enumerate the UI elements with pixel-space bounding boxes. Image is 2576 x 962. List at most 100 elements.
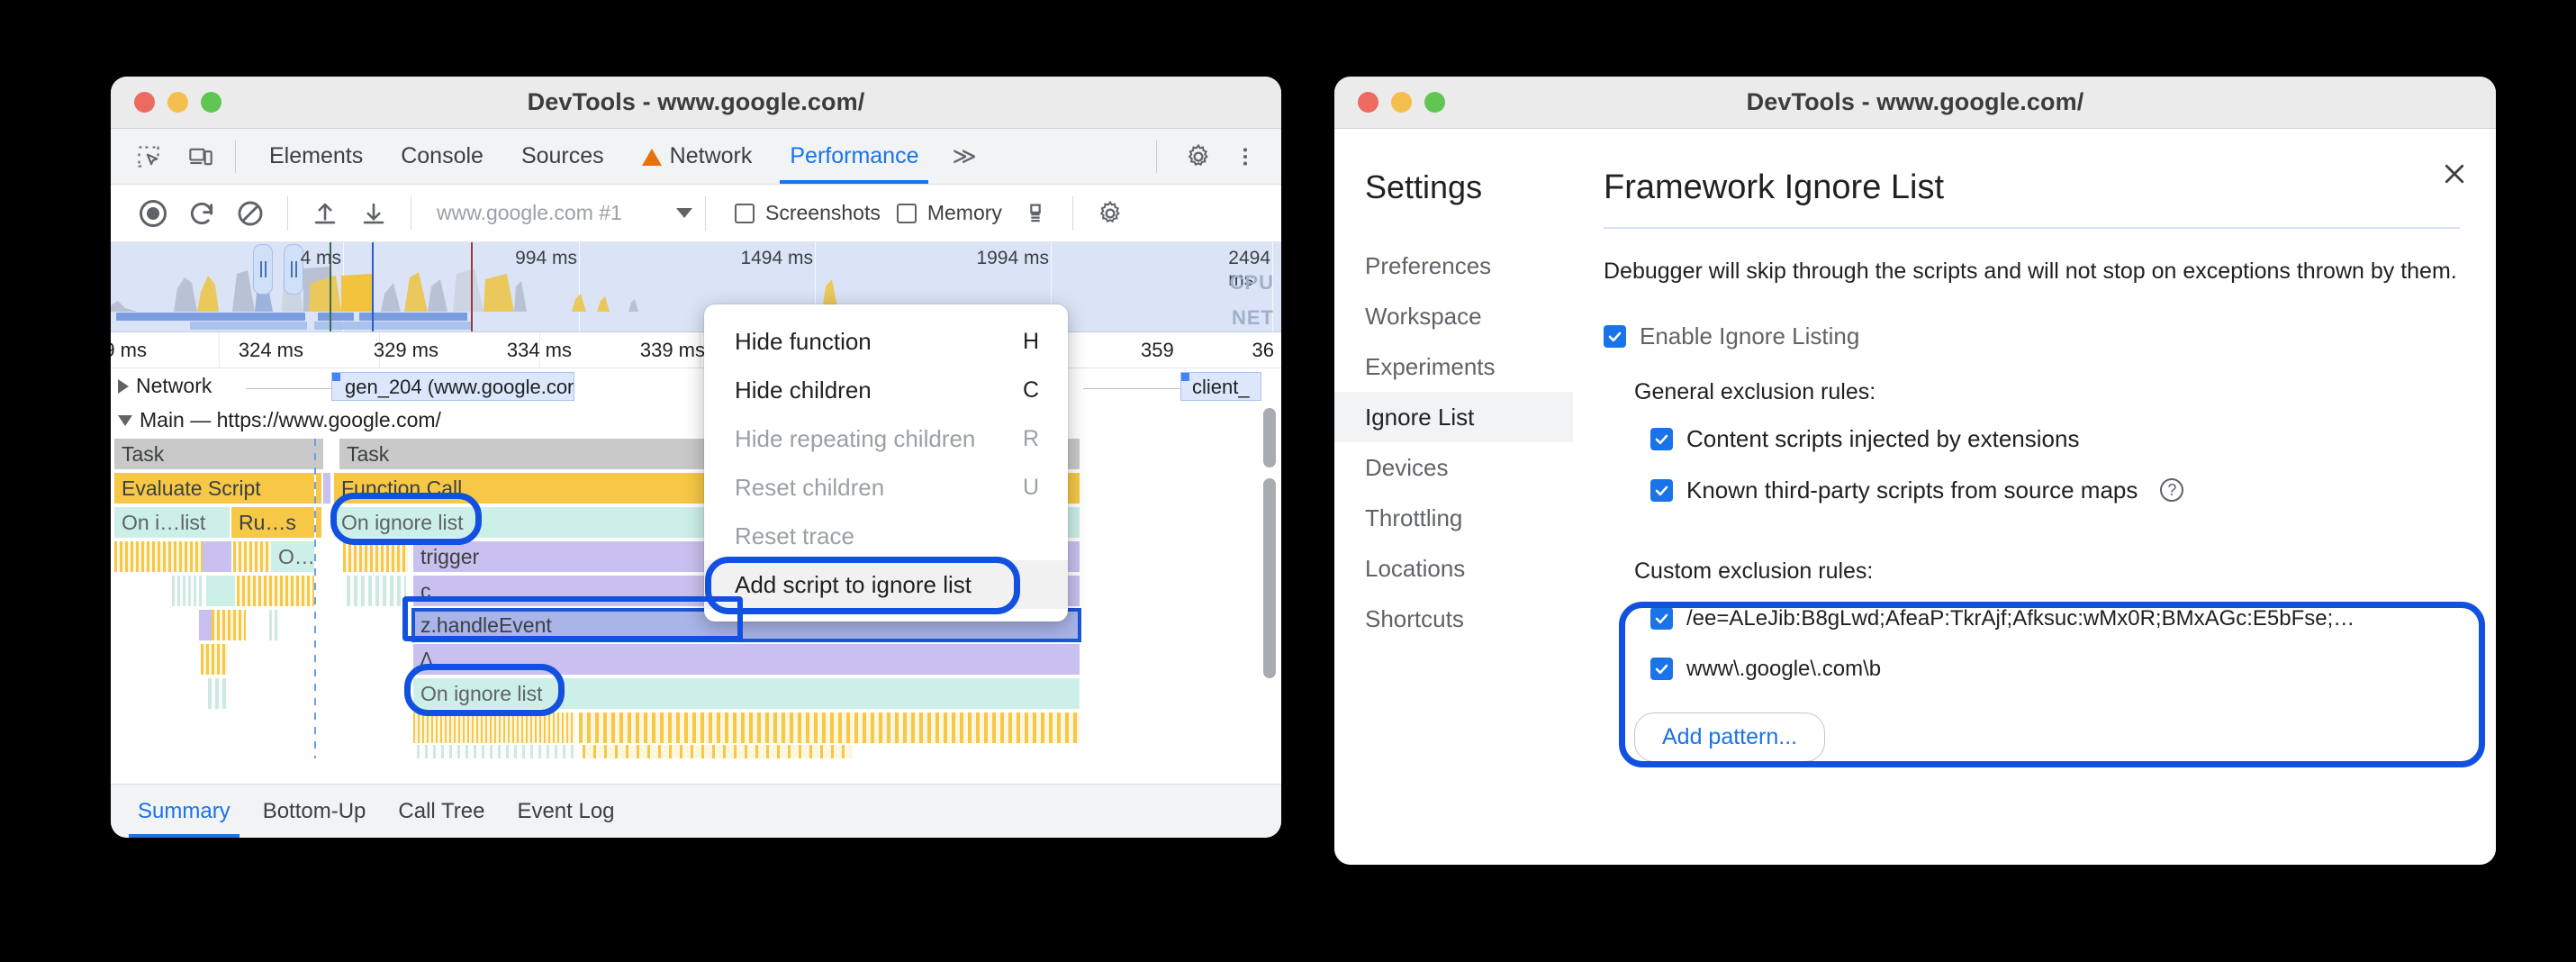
tab-elements[interactable]: Elements bbox=[250, 129, 382, 184]
flame-block-dense-4[interactable] bbox=[172, 576, 204, 606]
main-track-header[interactable]: Main — https://www.google.com/ bbox=[111, 408, 441, 432]
timeline-detail-ruler[interactable]: 9 ms 324 ms 329 ms 334 ms 339 ms 359 ms … bbox=[111, 332, 1281, 368]
ruler-tick-3: 334 ms bbox=[507, 339, 579, 362]
sidebar-item-locations[interactable]: Locations bbox=[1334, 543, 1573, 594]
rule-third-party-checkbox[interactable]: Known third-party scripts from source ma… bbox=[1634, 476, 2460, 504]
menu-item-hide-function-label: Hide function bbox=[735, 328, 872, 356]
flame-block-dense-3[interactable] bbox=[343, 541, 408, 572]
flame-block-on-ignore-list-short[interactable]: On i…list bbox=[114, 507, 230, 538]
more-tabs-icon[interactable]: ≫ bbox=[937, 142, 990, 170]
flame-context-menu[interactable]: Hide function H Hide children C Hide rep… bbox=[704, 304, 1068, 622]
bottom-tab-call-tree[interactable]: Call Tree bbox=[382, 785, 501, 838]
upload-trace-icon[interactable] bbox=[301, 194, 349, 233]
close-icon[interactable] bbox=[2435, 154, 2474, 194]
flame-block-purple-2[interactable] bbox=[199, 610, 212, 640]
flame-block-dense-13[interactable] bbox=[417, 745, 575, 758]
record-icon[interactable] bbox=[129, 194, 177, 233]
flame-block-purple-1[interactable] bbox=[203, 541, 231, 572]
flame-block-on-short[interactable]: O… bbox=[271, 541, 314, 572]
overview-left-handle[interactable] bbox=[253, 244, 273, 295]
flame-block-evaluate-script[interactable]: Evaluate Script bbox=[114, 473, 314, 504]
rule-content-scripts-checkbox[interactable]: Content scripts injected by extensions bbox=[1634, 425, 2460, 453]
bottom-tab-event-log[interactable]: Event Log bbox=[501, 785, 630, 838]
memory-checkbox[interactable]: Memory bbox=[897, 201, 1002, 225]
sidebar-item-devices[interactable]: Devices bbox=[1334, 442, 1573, 493]
flame-block-mint-small[interactable] bbox=[206, 576, 235, 606]
flame-block-dense-2[interactable] bbox=[233, 541, 271, 572]
tab-performance[interactable]: Performance bbox=[771, 129, 937, 184]
flame-block-dense-12[interactable] bbox=[579, 712, 1080, 743]
settings-content: Framework Ignore List Debugger will skip… bbox=[1573, 129, 2496, 865]
flame-scrollbar[interactable] bbox=[1263, 478, 1276, 678]
tab-console[interactable]: Console bbox=[382, 129, 502, 184]
flame-block-caret[interactable]: Λ bbox=[413, 644, 1080, 675]
help-icon[interactable]: ? bbox=[2160, 478, 2183, 502]
inspect-icon[interactable] bbox=[129, 140, 168, 174]
capture-settings-gear-icon[interactable] bbox=[1086, 194, 1134, 233]
sidebar-item-experiments[interactable]: Experiments bbox=[1334, 341, 1573, 392]
tab-network[interactable]: Network bbox=[623, 129, 772, 184]
sidebar-item-ignore-list[interactable]: Ignore List bbox=[1334, 392, 1573, 442]
collect-garbage-icon[interactable] bbox=[1011, 194, 1060, 233]
flame-block-dense-8[interactable] bbox=[269, 610, 280, 640]
reload-record-icon[interactable] bbox=[177, 194, 226, 233]
clear-icon[interactable] bbox=[226, 194, 275, 233]
flame-block-task-right[interactable]: Task bbox=[339, 439, 476, 469]
custom-rule-1-checkbox[interactable]: www\.google\.com\b bbox=[1634, 657, 2460, 682]
tab-sources[interactable]: Sources bbox=[502, 129, 623, 184]
bottom-tab-summary[interactable]: Summary bbox=[122, 785, 247, 838]
menu-item-hide-function[interactable]: Hide function H bbox=[704, 317, 1068, 366]
custom-rule-0-checkbox-box bbox=[1650, 607, 1673, 630]
network-scrollbar[interactable] bbox=[1263, 408, 1276, 467]
flame-block-dense-11[interactable] bbox=[413, 712, 575, 743]
flame-block-dense-9[interactable] bbox=[201, 644, 228, 675]
flame-block-task-left[interactable]: Task bbox=[114, 439, 323, 469]
kebab-menu-icon[interactable] bbox=[1225, 140, 1265, 174]
left-window-titlebar: DevTools - www.google.com/ bbox=[111, 77, 1281, 129]
bottom-drawer-tabs: Summary Bottom-Up Call Tree Event Log bbox=[111, 784, 1281, 838]
menu-item-add-script-to-ignore-list[interactable]: Add script to ignore list bbox=[704, 560, 1068, 609]
flame-block-dense-1[interactable] bbox=[114, 541, 203, 572]
flame-chart-canvas[interactable]: Task Task Evaluate Script Function Call … bbox=[111, 439, 1281, 758]
sidebar-item-preferences[interactable]: Preferences bbox=[1334, 240, 1573, 291]
gear-icon[interactable] bbox=[1179, 140, 1218, 174]
flame-block-dense-10[interactable] bbox=[208, 678, 228, 709]
trace-selector-value[interactable]: www.google.com #1 bbox=[424, 201, 676, 225]
panel-description: Debugger will skip through the scripts a… bbox=[1604, 256, 2460, 288]
menu-item-hide-children-label: Hide children bbox=[735, 377, 872, 404]
flame-block-dense-5[interactable] bbox=[237, 576, 314, 606]
flame-block-dense-6[interactable] bbox=[347, 576, 406, 606]
timeline-overview[interactable]: 4 ms 994 ms 1494 ms 1994 ms 2494 ms CPU … bbox=[111, 242, 1281, 332]
network-track-header[interactable]: Network bbox=[111, 374, 212, 398]
network-track-row[interactable]: Network gen_204 (www.google.com) client_ bbox=[111, 368, 1281, 404]
network-request-chip-2[interactable]: client_ bbox=[1180, 372, 1261, 401]
flame-block-dense-7[interactable] bbox=[212, 610, 246, 640]
network-request-chip[interactable]: gen_204 (www.google.com) bbox=[331, 372, 574, 401]
device-toggle-icon[interactable] bbox=[181, 140, 221, 174]
sidebar-item-shortcuts[interactable]: Shortcuts bbox=[1334, 594, 1573, 644]
menu-item-hide-children[interactable]: Hide children C bbox=[704, 366, 1068, 414]
flame-chart-area[interactable]: Network gen_204 (www.google.com) client_… bbox=[111, 368, 1281, 812]
ruler-tick-0: 9 ms bbox=[111, 339, 154, 362]
chevron-down-icon[interactable] bbox=[676, 208, 692, 218]
sidebar-item-workspace[interactable]: Workspace bbox=[1334, 291, 1573, 341]
sidebar-item-throttling[interactable]: Throttling bbox=[1334, 493, 1573, 543]
flame-block-on-ignore-list-2[interactable]: On ignore list bbox=[413, 678, 1080, 709]
rule-content-scripts-label: Content scripts injected by extensions bbox=[1686, 425, 2079, 453]
overview-tick-0: 4 ms bbox=[300, 248, 347, 269]
download-trace-icon[interactable] bbox=[349, 194, 398, 233]
tab-sources-label: Sources bbox=[521, 143, 604, 169]
custom-rule-0-checkbox[interactable]: /ee=ALeJib:B8gLwd;AfeaP:TkrAjf;Afksuc:wM… bbox=[1634, 606, 2460, 631]
window-title: DevTools - www.google.com/ bbox=[111, 88, 1281, 116]
screenshots-checkbox[interactable]: Screenshots bbox=[735, 201, 881, 225]
add-pattern-button[interactable]: Add pattern... bbox=[1634, 712, 1825, 762]
bottom-tab-bottom-up[interactable]: Bottom-Up bbox=[247, 785, 383, 838]
main-track-row[interactable]: Main — https://www.google.com/ bbox=[111, 404, 1281, 439]
menu-item-hide-repeating-children-label: Hide repeating children bbox=[735, 425, 975, 453]
custom-exclusion-label: Custom exclusion rules: bbox=[1634, 558, 2460, 585]
devtools-panel-tabs: Elements Console Sources Network Perform… bbox=[250, 129, 991, 184]
flame-block-dense-14[interactable] bbox=[583, 745, 853, 758]
settings-sidebar: Settings Preferences Workspace Experimen… bbox=[1334, 129, 1573, 865]
enable-ignore-listing-checkbox[interactable]: Enable Ignore Listing bbox=[1604, 322, 2460, 350]
flame-block-run-short[interactable]: Ru…s bbox=[231, 507, 314, 538]
